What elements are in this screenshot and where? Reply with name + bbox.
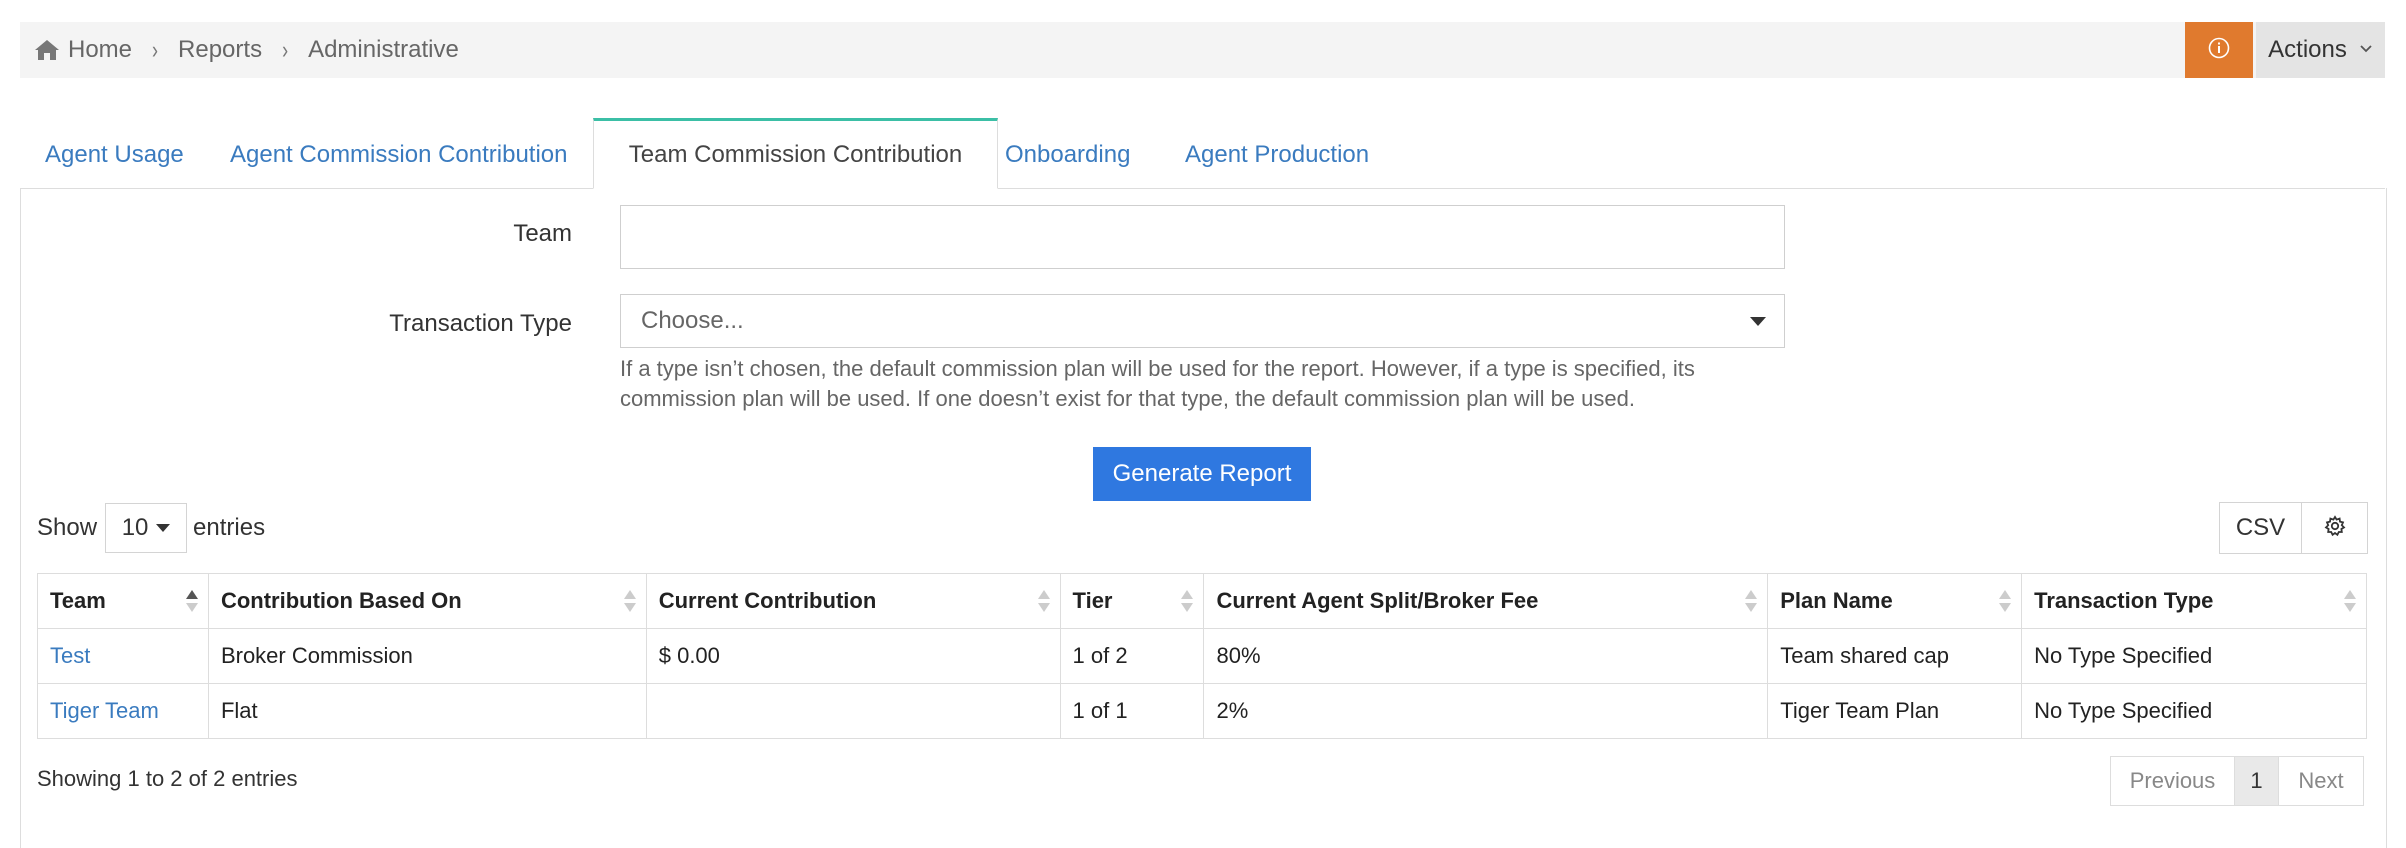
column-header-label: Plan Name xyxy=(1780,588,1893,613)
tab-panel xyxy=(20,188,2387,848)
chevron-right-icon: › xyxy=(282,35,289,64)
table-cell: Flat xyxy=(207,683,647,739)
team-link[interactable]: Test xyxy=(50,643,90,668)
column-header-current-contribution[interactable]: Current Contribution xyxy=(645,573,1061,629)
team-link[interactable]: Tiger Team xyxy=(50,698,159,723)
sort-icon xyxy=(1181,588,1194,616)
table-cell: 1 of 1 xyxy=(1059,683,1205,739)
transaction-type-placeholder: Choose... xyxy=(641,307,744,334)
column-settings-button[interactable] xyxy=(2302,502,2368,554)
transaction-type-select[interactable]: Choose... xyxy=(620,294,1785,348)
table-cell-team: Tiger Team xyxy=(37,683,209,739)
team-commission-table: Team Contribution Based On Current Contr… xyxy=(37,573,2367,739)
table-cell: 1 of 2 xyxy=(1059,628,1205,684)
caret-down-icon xyxy=(1750,317,1766,326)
breadcrumb-home[interactable]: Home xyxy=(68,36,132,64)
previous-page-button[interactable]: Previous xyxy=(2110,756,2235,806)
column-header-tier[interactable]: Tier xyxy=(1059,573,1205,629)
table-cell: Tiger Team Plan xyxy=(1767,683,2023,739)
tab-team-commission-contribution[interactable]: Team Commission Contribution xyxy=(593,118,998,189)
table-cell xyxy=(645,683,1061,739)
page-length-select[interactable]: 10 xyxy=(105,503,188,553)
entries-label: entries xyxy=(193,514,266,541)
caret-down-icon xyxy=(156,524,171,532)
sort-icon xyxy=(623,588,636,616)
tab-agent-commission-contribution[interactable]: Agent Commission Contribution xyxy=(230,118,568,188)
home-icon[interactable] xyxy=(34,39,60,61)
sort-icon xyxy=(1037,588,1050,616)
column-header-label: Contribution Based On xyxy=(220,588,462,613)
table-cell: No Type Specified xyxy=(2021,683,2367,739)
csv-export-button[interactable]: CSV xyxy=(2219,502,2302,554)
column-header-label: Current Agent Split/Broker Fee xyxy=(1216,588,1539,613)
breadcrumb-reports[interactable]: Reports xyxy=(178,36,262,64)
team-input[interactable] xyxy=(620,205,1785,269)
team-label: Team xyxy=(513,220,572,247)
table-cell: Broker Commission xyxy=(207,628,647,684)
tab-agent-usage[interactable]: Agent Usage xyxy=(45,118,184,188)
page-number-button[interactable]: 1 xyxy=(2235,756,2279,806)
pagination: Previous 1 Next xyxy=(2110,756,2364,806)
table-cell: Team shared cap xyxy=(1767,628,2023,684)
export-buttons: CSV xyxy=(2219,502,2368,554)
actions-label: Actions xyxy=(2268,36,2347,63)
transaction-type-help: If a type isn’t chosen, the default comm… xyxy=(620,356,1695,411)
table-cell: No Type Specified xyxy=(2021,628,2367,684)
breadcrumb-administrative: Administrative xyxy=(308,36,459,63)
tab-onboarding[interactable]: Onboarding xyxy=(1005,118,1130,188)
column-header-label: Team xyxy=(50,588,106,613)
sort-icon xyxy=(1745,588,1758,616)
sort-icon xyxy=(1999,588,2012,616)
column-header-agent-split[interactable]: Current Agent Split/Broker Fee xyxy=(1203,573,1769,629)
next-page-button[interactable]: Next xyxy=(2279,756,2364,806)
entries-length-control: Show 10 entries xyxy=(37,502,265,554)
table-cell: 80% xyxy=(1203,628,1769,684)
actions-dropdown-button[interactable]: Actions xyxy=(2256,22,2385,78)
sort-icon xyxy=(2344,588,2356,616)
table-cell-team: Test xyxy=(37,628,209,684)
table-cell: 2% xyxy=(1203,683,1769,739)
column-header-contribution-based-on[interactable]: Contribution Based On xyxy=(207,573,647,629)
table-row: Tiger Team Flat 1 of 1 2% Tiger Team Pla… xyxy=(37,683,2367,739)
transaction-type-label: Transaction Type xyxy=(389,310,572,337)
column-header-label: Tier xyxy=(1072,588,1113,613)
info-button[interactable] xyxy=(2185,22,2253,78)
page-length-value: 10 xyxy=(121,514,149,541)
table-cell: $ 0.00 xyxy=(645,628,1061,684)
tab-agent-production[interactable]: Agent Production xyxy=(1185,118,1369,188)
chevron-right-icon: › xyxy=(152,35,159,64)
column-header-label: Transaction Type xyxy=(2034,588,2214,613)
sort-icon xyxy=(185,588,198,616)
generate-report-button[interactable]: Generate Report xyxy=(1093,447,1311,501)
column-header-label: Current Contribution xyxy=(658,588,877,613)
gear-icon xyxy=(2324,514,2346,542)
column-header-plan-name[interactable]: Plan Name xyxy=(1767,573,2023,629)
table-info: Showing 1 to 2 of 2 entries xyxy=(37,766,298,791)
chevron-down-icon xyxy=(2359,41,2373,59)
info-icon xyxy=(2208,37,2230,64)
table-header-row: Team Contribution Based On Current Contr… xyxy=(37,573,2367,629)
top-bar: Home › Reports › Administrative Actions xyxy=(20,22,2385,78)
report-tabs: Agent Usage Agent Commission Contributio… xyxy=(20,118,2385,189)
column-header-team[interactable]: Team xyxy=(37,573,209,629)
show-label: Show xyxy=(37,514,98,541)
table-row: Test Broker Commission $ 0.00 1 of 2 80%… xyxy=(37,628,2367,684)
column-header-transaction-type[interactable]: Transaction Type xyxy=(2021,573,2367,629)
breadcrumb: Home › Reports › Administrative xyxy=(34,22,459,78)
